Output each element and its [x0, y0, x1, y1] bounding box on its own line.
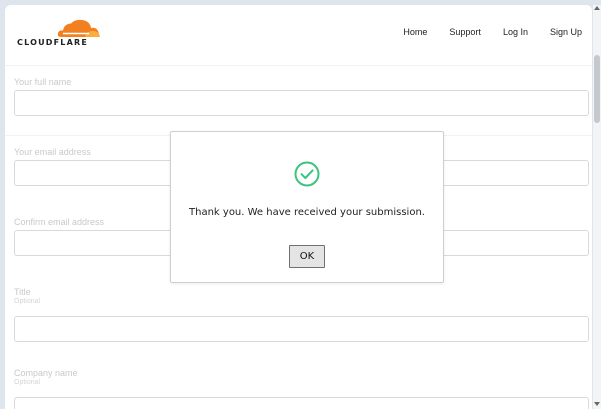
scroll-up-arrow-icon[interactable]	[594, 6, 600, 10]
confirmation-dialog: Thank you. We have received your submiss…	[170, 131, 444, 283]
check-circle-icon	[294, 161, 320, 187]
ok-button[interactable]: OK	[289, 245, 325, 268]
dialog-message: Thank you. We have received your submiss…	[189, 207, 425, 218]
scrollbar-thumb[interactable]	[594, 55, 600, 123]
browser-page: CLOUDFLARE Home Support Log In Sign Up Y…	[5, 5, 592, 409]
vertical-scrollbar[interactable]	[593, 5, 601, 409]
modal-overlay: Thank you. We have received your submiss…	[5, 5, 592, 409]
scroll-down-arrow-icon[interactable]	[594, 402, 600, 406]
